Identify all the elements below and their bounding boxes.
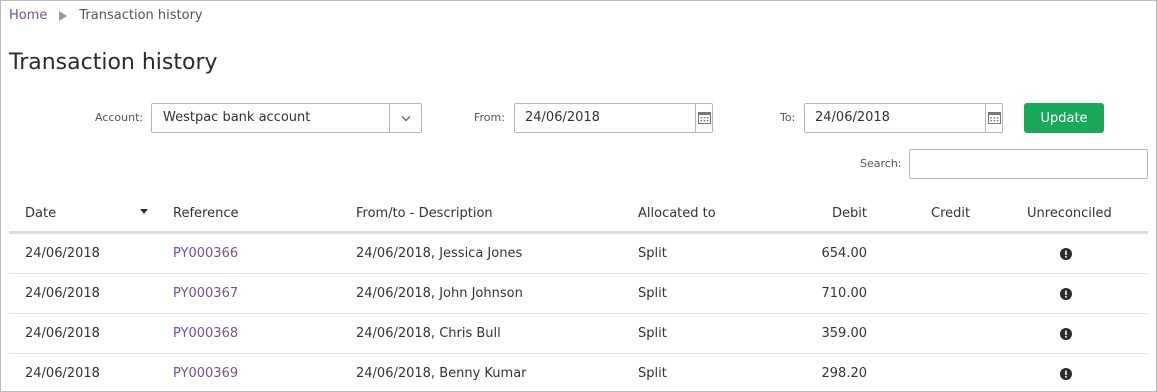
row-date: 24/06/2018	[25, 286, 100, 301]
account-select[interactable]: Westpac bank account	[151, 103, 422, 133]
sort-desc-icon[interactable]	[140, 209, 148, 214]
row-date: 24/06/2018	[25, 326, 100, 341]
row-reference-link[interactable]: PY000368	[173, 326, 238, 341]
from-date-field[interactable]	[514, 103, 713, 133]
column-header-credit[interactable]: Credit	[931, 206, 970, 221]
exclamation-circle-icon[interactable]	[1060, 328, 1072, 340]
update-button[interactable]: Update	[1024, 103, 1104, 133]
account-select-value: Westpac bank account	[163, 110, 311, 125]
table-row[interactable]: 24/06/2018 PY000367 24/06/2018, John Joh…	[9, 274, 1148, 314]
transactions-table: Date Reference From/to - Description All…	[9, 196, 1148, 391]
column-header-reference[interactable]: Reference	[173, 206, 238, 221]
table-row[interactable]: 24/06/2018 PY000366 24/06/2018, Jessica …	[9, 234, 1148, 274]
breadcrumb: Home Transaction history	[9, 8, 203, 23]
row-date: 24/06/2018	[25, 366, 100, 381]
row-allocated: Split	[638, 366, 667, 381]
search-label: Search:	[860, 157, 902, 170]
table-row[interactable]: 24/06/2018 PY000369 24/06/2018, Benny Ku…	[9, 354, 1148, 391]
to-date-field[interactable]	[804, 103, 1003, 133]
breadcrumb-current: Transaction history	[79, 8, 203, 23]
chevron-down-icon	[401, 115, 410, 121]
search-input[interactable]	[909, 149, 1148, 179]
row-reference-link[interactable]: PY000367	[173, 286, 238, 301]
to-label: To:	[780, 111, 796, 124]
row-description: 24/06/2018, Benny Kumar	[356, 366, 527, 381]
row-description: 24/06/2018, John Johnson	[356, 286, 523, 301]
triangle-right-icon	[59, 10, 68, 21]
to-date-input[interactable]	[805, 104, 985, 132]
from-date-input[interactable]	[515, 104, 695, 132]
row-allocated: Split	[638, 246, 667, 261]
breadcrumb-home-link[interactable]: Home	[9, 8, 47, 23]
account-dropdown-button[interactable]	[389, 104, 421, 132]
from-label: From:	[474, 111, 505, 124]
row-debit: 710.00	[821, 286, 868, 301]
exclamation-circle-icon[interactable]	[1060, 288, 1072, 300]
column-header-debit[interactable]: Debit	[832, 206, 867, 221]
exclamation-circle-icon[interactable]	[1060, 248, 1072, 260]
row-description: 24/06/2018, Jessica Jones	[356, 246, 523, 261]
row-allocated: Split	[638, 326, 667, 341]
table-header: Date Reference From/to - Description All…	[9, 196, 1148, 234]
exclamation-circle-icon[interactable]	[1060, 368, 1072, 380]
from-calendar-button[interactable]	[695, 104, 712, 132]
column-header-description[interactable]: From/to - Description	[356, 206, 493, 221]
transaction-history-panel: Home Transaction history Transaction his…	[0, 0, 1157, 392]
calendar-icon	[987, 112, 1001, 124]
page-title: Transaction history	[9, 50, 218, 75]
account-label: Account:	[95, 111, 144, 124]
column-header-unreconciled[interactable]: Unreconciled	[1027, 206, 1112, 221]
to-calendar-button[interactable]	[985, 104, 1002, 132]
row-debit: 654.00	[821, 246, 868, 261]
row-description: 24/06/2018, Chris Bull	[356, 326, 501, 341]
column-header-date[interactable]: Date	[25, 206, 56, 221]
row-debit: 359.00	[821, 326, 868, 341]
column-header-allocated[interactable]: Allocated to	[638, 206, 716, 221]
calendar-icon	[697, 112, 711, 124]
row-reference-link[interactable]: PY000369	[173, 366, 238, 381]
row-date: 24/06/2018	[25, 246, 100, 261]
table-row[interactable]: 24/06/2018 PY000368 24/06/2018, Chris Bu…	[9, 314, 1148, 354]
row-debit: 298.20	[821, 366, 868, 381]
row-allocated: Split	[638, 286, 667, 301]
row-reference-link[interactable]: PY000366	[173, 246, 238, 261]
